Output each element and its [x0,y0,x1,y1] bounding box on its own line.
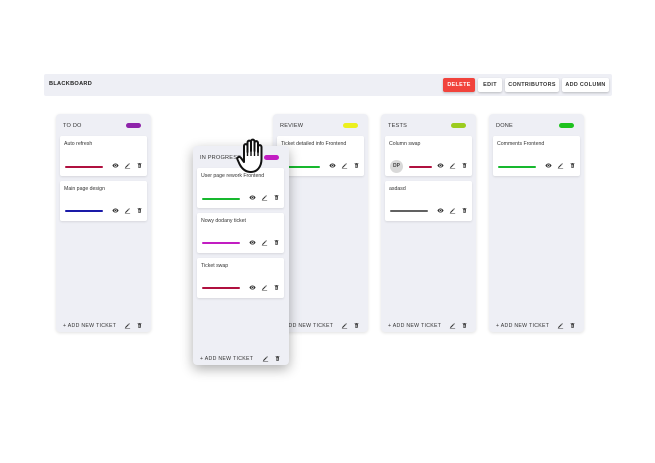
pencil-icon[interactable] [261,239,268,246]
ticket-title: Column swap [389,141,421,147]
ticket-color-bar [390,210,428,213]
eye-icon[interactable] [249,239,256,246]
pencil-icon[interactable] [341,162,348,169]
ticket-card[interactable]: asdasd [385,181,472,221]
pencil-icon[interactable] [449,207,456,214]
add-ticket-button[interactable]: + ADD NEW TICKET [63,323,116,329]
grab-hand-icon [236,138,263,173]
ticket-card[interactable]: Column swap DP [385,136,472,176]
pencil-icon[interactable] [261,194,268,201]
trash-icon[interactable] [273,194,280,201]
trash-icon[interactable] [569,322,576,329]
ticket-title: Nowy dodany ticket [201,218,246,224]
delete-board-button[interactable]: DELETE [443,78,475,92]
eye-icon[interactable] [112,207,119,214]
trash-icon[interactable] [136,322,143,329]
column-tests[interactable]: TESTS Column swap DP asdasd + ADD NEW TI… [381,114,476,332]
eye-icon[interactable] [112,162,119,169]
pencil-icon[interactable] [341,322,348,329]
column-in-progress[interactable]: IN PROGRESS User page rework Frontend No… [193,146,289,365]
pencil-icon[interactable] [557,162,564,169]
pencil-icon[interactable] [449,162,456,169]
ticket-color-bar [65,166,103,169]
trash-icon[interactable] [461,162,468,169]
column-color-tag [343,123,358,128]
pencil-icon[interactable] [557,322,564,329]
ticket-title: Ticket detailed info Frontend [281,141,347,147]
column-title: DONE [496,123,513,129]
column-title: REVIEW [280,123,304,129]
eye-icon[interactable] [249,284,256,291]
pencil-icon[interactable] [262,355,269,362]
column-title: TO DO [63,123,82,129]
column-color-tag [126,123,141,128]
edit-board-button[interactable]: EDIT [478,78,502,92]
pencil-icon[interactable] [124,207,131,214]
board-toolbar: BLACKBOARD DELETE EDIT CONTRIBUTORS ADD … [44,74,612,96]
ticket-color-bar [498,166,536,169]
trash-icon[interactable] [273,284,280,291]
ticket-color-bar [202,287,240,290]
ticket-card[interactable]: Comments Frontend [493,136,580,176]
trash-icon[interactable] [274,355,281,362]
trash-icon[interactable] [353,162,360,169]
eye-icon[interactable] [437,207,444,214]
ticket-title: Ticket swap [201,263,229,269]
ticket-title: Comments Frontend [497,141,545,147]
ticket-color-bar [202,198,240,201]
assignee-avatar[interactable]: DP [390,160,403,173]
ticket-card[interactable]: Ticket swap [197,258,284,298]
trash-icon[interactable] [136,162,143,169]
pencil-icon[interactable] [261,284,268,291]
column-done[interactable]: DONE Comments Frontend + ADD NEW TICKET [489,114,584,332]
pencil-icon[interactable] [124,322,131,329]
add-ticket-button[interactable]: + ADD NEW TICKET [200,356,253,362]
trash-icon[interactable] [461,207,468,214]
trash-icon[interactable] [461,322,468,329]
eye-icon[interactable] [329,162,336,169]
ticket-color-bar [65,210,103,213]
column-to-do[interactable]: TO DO Auto refresh Main page design + AD… [56,114,151,332]
ticket-title: Auto refresh [64,141,93,147]
ticket-card[interactable]: Nowy dodany ticket [197,213,284,253]
ticket-card[interactable]: Ticket detailed info Frontend [277,136,364,176]
board-title: BLACKBOARD [49,81,93,87]
ticket-title: Main page design [64,186,105,192]
add-ticket-button[interactable]: + ADD NEW TICKET [388,323,441,329]
column-color-tag [451,123,466,128]
trash-icon[interactable] [273,239,280,246]
pencil-icon[interactable] [124,162,131,169]
trash-icon[interactable] [353,322,360,329]
contributors-button[interactable]: CONTRIBUTORS [505,78,559,92]
ticket-color-bar [409,166,432,169]
trash-icon[interactable] [136,207,143,214]
pencil-icon[interactable] [449,322,456,329]
ticket-color-bar [202,242,240,245]
eye-icon[interactable] [249,194,256,201]
column-title: TESTS [388,123,408,129]
eye-icon[interactable] [545,162,552,169]
ticket-card[interactable]: Main page design [60,181,147,221]
trash-icon[interactable] [569,162,576,169]
column-color-tag [559,123,574,128]
add-ticket-button[interactable]: + ADD NEW TICKET [496,323,549,329]
ticket-card[interactable]: Auto refresh [60,136,147,176]
eye-icon[interactable] [437,162,444,169]
ticket-title: asdasd [389,186,406,192]
add-column-button[interactable]: ADD COLUMN [562,78,609,92]
